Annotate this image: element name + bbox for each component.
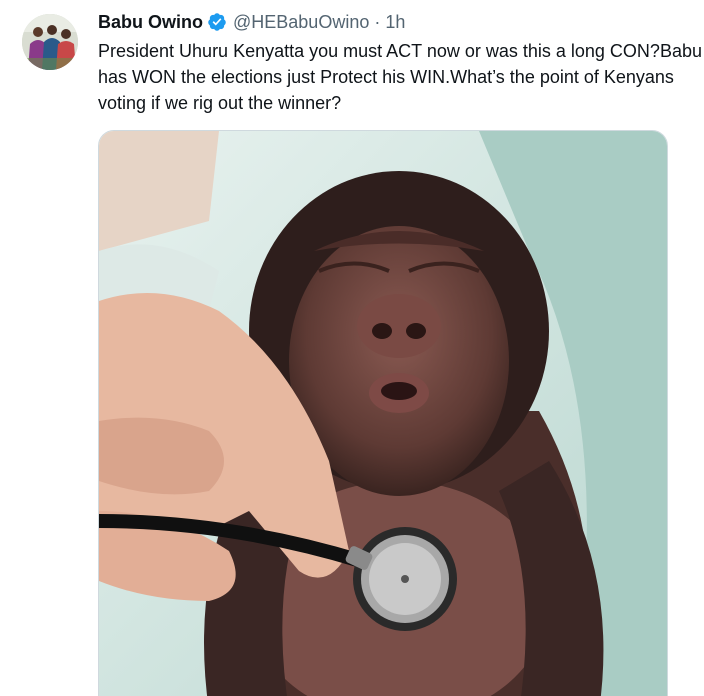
tweet-header: Babu Owino @HEBabuOwino · 1h <box>98 10 704 34</box>
avatar-image <box>22 14 78 70</box>
photo-baby-gorilla-stethoscope <box>99 131 667 696</box>
timestamp[interactable]: 1h <box>385 10 405 34</box>
tweet-text: President Uhuru Kenyatta you must ACT no… <box>98 38 704 116</box>
tweet-text-line: President Uhuru Kenyatta you must ACT no… <box>98 41 702 61</box>
tweet-text-line: voting if we rig out the winner? <box>98 93 342 113</box>
tweet[interactable]: Babu Owino @HEBabuOwino · 1h President U… <box>0 0 704 696</box>
author-name[interactable]: Babu Owino <box>98 10 203 34</box>
tweet-media-photo[interactable] <box>98 130 668 696</box>
tweet-text-line: has WON the elections just Protect his W… <box>98 67 674 87</box>
author-handle[interactable]: @HEBabuOwino <box>233 10 369 34</box>
separator-dot: · <box>374 12 381 32</box>
tweet-content: Babu Owino @HEBabuOwino · 1h President U… <box>98 10 704 116</box>
verified-badge-icon <box>207 12 227 32</box>
avatar[interactable] <box>22 14 78 70</box>
